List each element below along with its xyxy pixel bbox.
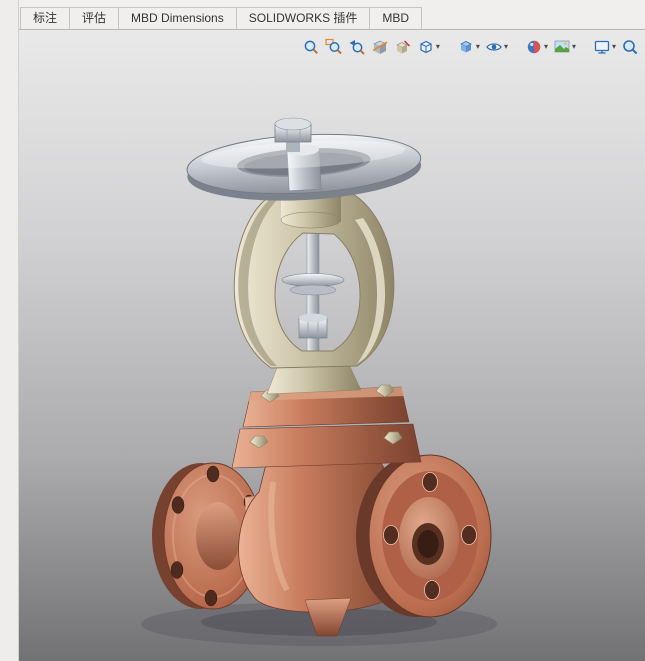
- edit-appearance-icon: [525, 38, 543, 56]
- command-manager-tabbar: 标注 评估 MBD Dimensions SOLIDWORKS 插件 MBD: [19, 0, 645, 30]
- previous-view-icon: [348, 38, 366, 56]
- chevron-down-icon: ▾: [544, 43, 548, 51]
- tab-mbd-dimensions[interactable]: MBD Dimensions: [118, 7, 237, 29]
- zoom-to-fit-button[interactable]: [301, 37, 321, 57]
- view-orientation-icon: [417, 38, 435, 56]
- tab-mbd[interactable]: MBD: [369, 7, 422, 29]
- 3d-viewport[interactable]: ▾ ▾ ▾: [19, 30, 645, 661]
- zoom-to-fit-icon: [302, 38, 320, 56]
- zoom-to-area-button[interactable]: [324, 37, 344, 57]
- apply-scene-button[interactable]: ▾: [552, 37, 577, 57]
- section-view-button[interactable]: [370, 37, 390, 57]
- chevron-down-icon: ▾: [612, 43, 616, 51]
- dynamic-annotation-views-icon: [394, 38, 412, 56]
- valve-3d-model[interactable]: [19, 30, 645, 661]
- bonnet-flange[interactable]: [232, 385, 421, 468]
- apply-scene-icon: [553, 38, 571, 56]
- tab-annotation[interactable]: 标注: [20, 7, 70, 29]
- display-style-icon: [457, 38, 475, 56]
- dynamic-annotation-views-button[interactable]: [393, 37, 413, 57]
- hide-show-items-icon: [485, 38, 503, 56]
- left-panel-edge: [0, 0, 19, 661]
- zoom-to-area-icon: [325, 38, 343, 56]
- view-settings-icon: [593, 38, 611, 56]
- right-flange[interactable]: [356, 455, 491, 617]
- magnifying-glass-button[interactable]: [620, 37, 640, 57]
- previous-view-button[interactable]: [347, 37, 367, 57]
- edit-appearance-button[interactable]: ▾: [524, 37, 549, 57]
- chevron-down-icon: ▾: [572, 43, 576, 51]
- chevron-down-icon: ▾: [436, 43, 440, 51]
- magnifying-glass-icon: [621, 38, 639, 56]
- view-orientation-button[interactable]: ▾: [416, 37, 441, 57]
- section-view-icon: [371, 38, 389, 56]
- tab-evaluate[interactable]: 评估: [69, 7, 119, 29]
- chevron-down-icon: ▾: [476, 43, 480, 51]
- view-settings-button[interactable]: ▾: [592, 37, 617, 57]
- hide-show-items-button[interactable]: ▾: [484, 37, 509, 57]
- heads-up-view-toolbar: ▾ ▾ ▾: [301, 37, 640, 57]
- display-style-button[interactable]: ▾: [456, 37, 481, 57]
- chevron-down-icon: ▾: [504, 43, 508, 51]
- solidworks-window: 标注 评估 MBD Dimensions SOLIDWORKS 插件 MBD: [0, 0, 645, 661]
- tab-solidworks-addins[interactable]: SOLIDWORKS 插件: [236, 7, 371, 29]
